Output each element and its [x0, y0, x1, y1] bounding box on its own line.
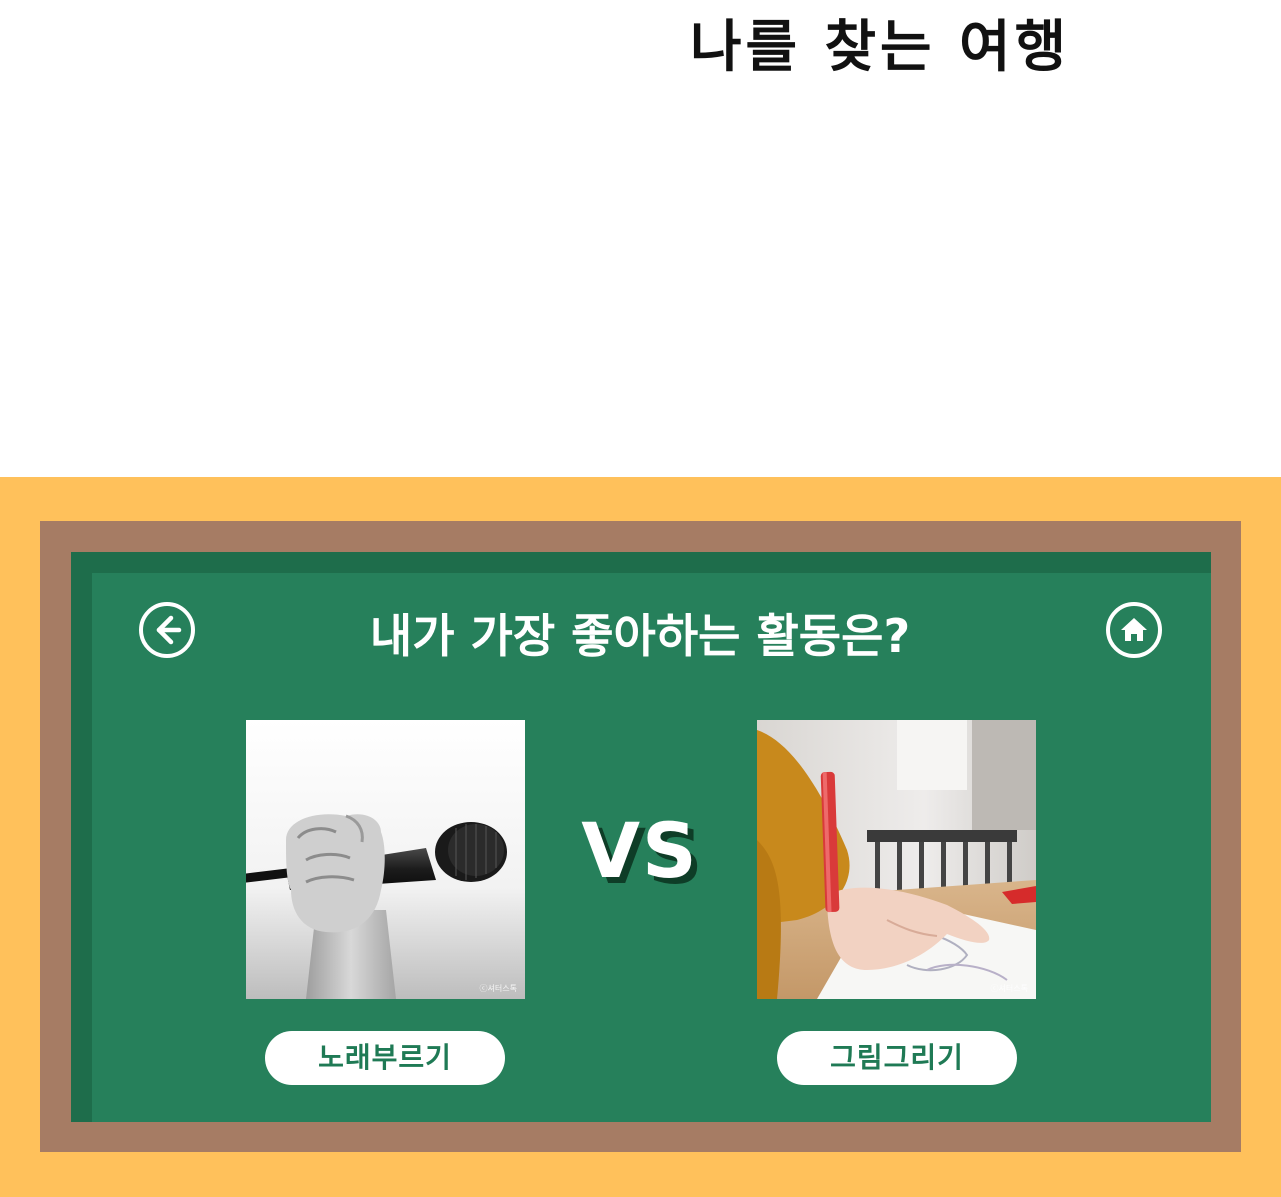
- microphone-photo: [246, 720, 525, 999]
- home-button[interactable]: [1105, 601, 1163, 659]
- back-button[interactable]: [138, 601, 196, 659]
- option-image-drawing[interactable]: ⓒ셔터스톡: [757, 720, 1036, 999]
- vs-label: VS: [581, 806, 699, 895]
- image-credit: ⓒ셔터스톡: [990, 984, 1028, 993]
- home-icon: [1106, 602, 1162, 658]
- choice-button-drawing[interactable]: 그림그리기: [777, 1031, 1017, 1085]
- option-image-singing[interactable]: ⓒ셔터스톡: [246, 720, 525, 999]
- choice-button-singing[interactable]: 노래부르기: [265, 1031, 505, 1085]
- arrow-left-circle-icon: [139, 602, 195, 658]
- page-title: 나를 찾는 여행: [690, 15, 1071, 80]
- question-title: 내가 가장 좋아하는 활동은?: [369, 609, 911, 663]
- drawing-photo: [757, 720, 1036, 999]
- image-credit: ⓒ셔터스톡: [479, 984, 517, 993]
